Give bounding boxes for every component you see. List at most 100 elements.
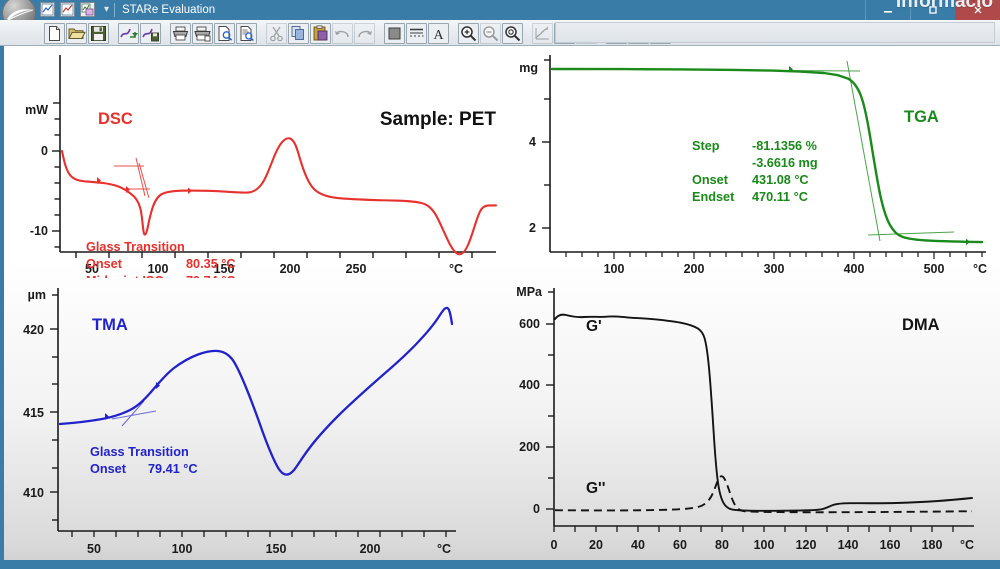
tga-annotation: Step -81.1356 % -3.6616 mg Onset 431.08 …	[692, 139, 818, 204]
tga-ytick-4: 4	[529, 135, 536, 149]
export-curve-button[interactable]	[140, 22, 161, 44]
fill-color-button[interactable]	[384, 22, 405, 44]
stare-evaluation-window: ▾ STARe Evaluation Informació A mW 0 -10…	[0, 0, 1000, 569]
dsc-xtick-200: 200	[280, 262, 301, 276]
dma-gdoubleprime-label: G''	[586, 480, 605, 497]
database-chart-icon[interactable]	[80, 2, 95, 17]
dma-ytick-200: 200	[519, 440, 540, 454]
zoom-fit-button[interactable]	[502, 22, 523, 44]
page-setup-button[interactable]	[236, 22, 257, 44]
dma-gprime-curve	[554, 313, 973, 512]
dsc-ytick-neg10: -10	[30, 224, 48, 238]
tma-ytick-410: 410	[23, 486, 44, 500]
dma-xtick-140: 140	[838, 538, 859, 552]
window-title: STARe Evaluation	[122, 4, 216, 16]
chart-blue-icon[interactable]	[40, 2, 55, 17]
main-toolbar[interactable]: A	[0, 20, 1000, 46]
svg-text:470.11 °C: 470.11 °C	[752, 190, 808, 204]
dma-xtick-100: 100	[754, 538, 775, 552]
save-file-button[interactable]	[88, 22, 109, 44]
dma-ytick-0: 0	[533, 502, 540, 516]
print-all-button[interactable]	[192, 22, 213, 44]
dsc-yaxis-unit: mW	[25, 103, 48, 117]
svg-text:80.35 °C: 80.35 °C	[186, 257, 236, 271]
tga-xtick-100: 100	[604, 262, 625, 276]
dma-xaxis-unit: °C	[960, 538, 974, 552]
dma-ytick-600: 600	[519, 317, 540, 331]
tma-ytick-420: 420	[23, 323, 44, 337]
tga-title: TGA	[904, 108, 939, 126]
tma-xaxis-unit: °C	[437, 542, 451, 556]
tga-ytick-2: 2	[529, 221, 536, 235]
paste-button[interactable]	[310, 22, 331, 44]
dsc-xtick-250: 250	[346, 262, 367, 276]
dma-xtick-160: 160	[880, 538, 901, 552]
dma-xtick-60: 60	[673, 538, 687, 552]
cut-button[interactable]	[266, 22, 287, 44]
copy-button[interactable]	[288, 22, 309, 44]
dsc-curve	[60, 137, 498, 256]
svg-text:-3.6616 mg: -3.6616 mg	[752, 156, 818, 170]
tangent-tool-button[interactable]	[532, 22, 553, 44]
dma-xtick-180: 180	[922, 538, 943, 552]
tga-yaxis-unit: mg	[519, 61, 538, 75]
svg-text:Glass Transition: Glass Transition	[86, 240, 185, 254]
tga-xtick-500: 500	[924, 262, 945, 276]
svg-text:Onset: Onset	[86, 257, 123, 271]
svg-text:-81.1356 %: -81.1356 %	[752, 139, 817, 153]
svg-text:Step: Step	[692, 139, 720, 153]
tga-xaxis-unit: °C	[973, 262, 987, 276]
open-file-button[interactable]	[66, 22, 87, 44]
undo-button[interactable]	[332, 22, 353, 44]
dma-yaxis-unit: MPa	[516, 285, 543, 299]
text-tool-button[interactable]: A	[428, 22, 449, 44]
tga-chart-panel[interactable]: mg 4 2 100 200 300 400 500 °C TGA Step -…	[504, 46, 1000, 278]
svg-text:Onset: Onset	[692, 173, 729, 187]
tga-xtick-400: 400	[844, 262, 865, 276]
dsc-ytick-0: 0	[41, 144, 48, 158]
tma-xtick-50: 50	[87, 542, 101, 556]
sample-label: Sample: PET	[380, 109, 497, 130]
toolbar-empty-area	[555, 22, 995, 43]
print-preview-button[interactable]	[214, 22, 235, 44]
tma-xtick-100: 100	[172, 542, 193, 556]
title-bar: ▾ STARe Evaluation	[0, 0, 1000, 30]
svg-text:Endset: Endset	[692, 190, 735, 204]
line-style-button[interactable]	[406, 22, 427, 44]
dsc-xaxis-unit: °C	[449, 262, 463, 276]
svg-text:79.41 °C: 79.41 °C	[148, 462, 198, 476]
svg-text:431.08 °C: 431.08 °C	[752, 173, 809, 187]
import-curve-button[interactable]	[118, 22, 139, 44]
dma-xtick-0: 0	[551, 538, 558, 552]
informacio-overlay-label: Informació	[895, 0, 993, 12]
tga-xtick-300: 300	[764, 262, 785, 276]
chart-red-icon[interactable]	[60, 2, 75, 17]
dsc-title: DSC	[98, 110, 133, 128]
dma-title: DMA	[902, 316, 940, 334]
quick-access-toolbar[interactable]	[40, 2, 95, 17]
dma-chart-panel[interactable]: MPa 600 400 200 0 0 20 40 60 80 100 120 …	[504, 278, 1000, 560]
svg-text:Glass Transition: Glass Transition	[90, 445, 189, 459]
customize-qat-caret-icon[interactable]: ▾	[104, 4, 109, 15]
tma-ytick-415: 415	[23, 406, 44, 420]
title-divider	[114, 3, 115, 17]
dma-xtick-20: 20	[589, 538, 603, 552]
redo-button[interactable]	[354, 22, 375, 44]
tma-yaxis-unit: µm	[28, 288, 46, 302]
tma-title: TMA	[92, 316, 128, 334]
zoom-in-button[interactable]	[458, 22, 479, 44]
curve-canvas: mW 0 -10 50 100 150 200 250 °C DSC Sampl…	[0, 46, 1000, 569]
tma-annotation: Glass Transition Onset 79.41 °C	[90, 445, 198, 476]
tma-xtick-200: 200	[360, 542, 381, 556]
dma-xtick-40: 40	[631, 538, 645, 552]
print-button[interactable]	[170, 22, 191, 44]
dma-gdoubleprime-curve	[554, 475, 973, 514]
new-file-button[interactable]	[44, 22, 65, 44]
dma-gprime-label: G'	[586, 318, 602, 335]
dsc-chart-panel[interactable]: mW 0 -10 50 100 150 200 250 °C DSC Sampl…	[4, 46, 504, 278]
tma-xtick-150: 150	[266, 542, 287, 556]
zoom-out-button[interactable]	[480, 22, 501, 44]
dma-xtick-80: 80	[715, 538, 729, 552]
tma-chart-panel[interactable]: µm 420 415 410 50 100 150 200 °C TMA Gla…	[4, 278, 504, 560]
tga-xtick-200: 200	[684, 262, 705, 276]
